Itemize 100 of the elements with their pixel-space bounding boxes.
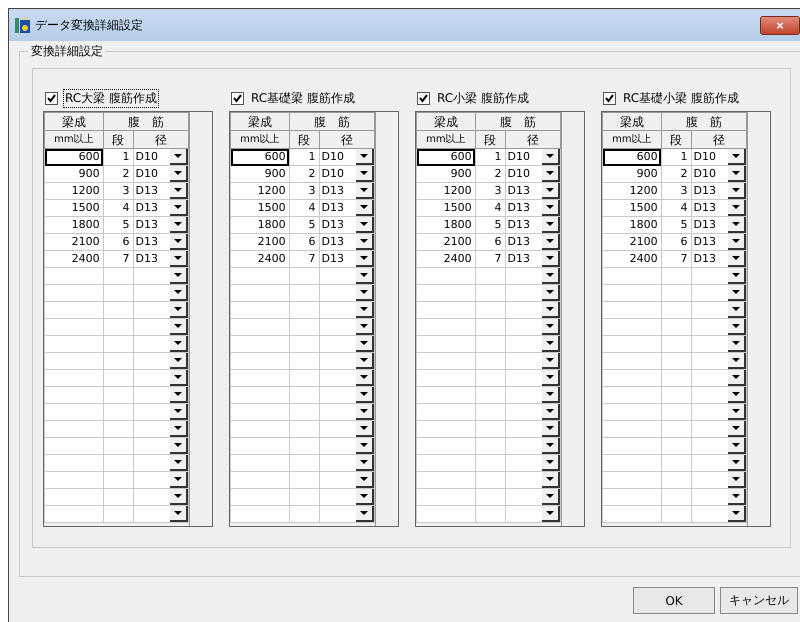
dropdown-button[interactable] bbox=[542, 234, 560, 250]
table-cell[interactable]: 1800 bbox=[602, 216, 662, 234]
checkbox[interactable] bbox=[45, 92, 58, 104]
checkbox[interactable] bbox=[231, 92, 244, 104]
dropdown-button[interactable] bbox=[356, 302, 374, 318]
dropdown-button[interactable] bbox=[728, 166, 746, 182]
dropdown-button[interactable] bbox=[542, 455, 560, 471]
dropdown-button[interactable] bbox=[542, 285, 560, 301]
table-cell[interactable]: 900 bbox=[602, 166, 662, 182]
table-cell[interactable]: 600 bbox=[44, 148, 104, 166]
dropdown-button[interactable] bbox=[170, 404, 188, 420]
dropdown-button[interactable] bbox=[542, 251, 560, 267]
dropdown-button[interactable] bbox=[170, 285, 188, 301]
checkbox-label[interactable]: RC大梁 腹筋作成 bbox=[63, 88, 159, 108]
table-cell[interactable]: 1200 bbox=[602, 182, 662, 200]
table-cell[interactable]: 900 bbox=[416, 166, 476, 182]
dropdown-button[interactable] bbox=[170, 319, 188, 335]
dropdown-button[interactable] bbox=[356, 166, 374, 182]
dropdown-button[interactable] bbox=[728, 472, 746, 488]
table-cell[interactable]: 2400 bbox=[44, 250, 104, 268]
dropdown-button[interactable] bbox=[170, 472, 188, 488]
dropdown-button[interactable] bbox=[356, 489, 374, 505]
dropdown-button[interactable] bbox=[356, 217, 374, 233]
dropdown-button[interactable] bbox=[728, 200, 746, 216]
dropdown-button[interactable] bbox=[170, 183, 188, 199]
dropdown-button[interactable] bbox=[728, 336, 746, 352]
dropdown-button[interactable] bbox=[542, 200, 560, 216]
dropdown-button[interactable] bbox=[542, 217, 560, 233]
dropdown-button[interactable] bbox=[728, 183, 746, 199]
dropdown-button[interactable] bbox=[728, 149, 746, 165]
dropdown-button[interactable] bbox=[728, 319, 746, 335]
table-cell[interactable]: 2400 bbox=[416, 250, 476, 268]
dropdown-button[interactable] bbox=[728, 251, 746, 267]
table-cell[interactable]: 600 bbox=[230, 148, 290, 166]
dropdown-button[interactable] bbox=[542, 166, 560, 182]
table-cell[interactable]: 1500 bbox=[602, 200, 662, 216]
dropdown-button[interactable] bbox=[728, 302, 746, 318]
dropdown-button[interactable] bbox=[170, 251, 188, 267]
dropdown-button[interactable] bbox=[356, 200, 374, 216]
dropdown-button[interactable] bbox=[170, 336, 188, 352]
table-cell[interactable]: 900 bbox=[44, 166, 104, 182]
table-cell[interactable]: 1500 bbox=[416, 200, 476, 216]
dropdown-button[interactable] bbox=[356, 336, 374, 352]
dropdown-button[interactable] bbox=[728, 489, 746, 505]
dropdown-button[interactable] bbox=[728, 421, 746, 437]
table-cell[interactable]: 2100 bbox=[416, 234, 476, 250]
table-cell[interactable]: 2400 bbox=[230, 250, 290, 268]
dropdown-button[interactable] bbox=[356, 455, 374, 471]
dropdown-button[interactable] bbox=[728, 506, 746, 522]
dropdown-button[interactable] bbox=[170, 200, 188, 216]
table-cell[interactable]: 2100 bbox=[230, 234, 290, 250]
dropdown-button[interactable] bbox=[170, 438, 188, 454]
dropdown-button[interactable] bbox=[542, 268, 560, 284]
dropdown-button[interactable] bbox=[356, 149, 374, 165]
dropdown-button[interactable] bbox=[356, 183, 374, 199]
dropdown-button[interactable] bbox=[728, 268, 746, 284]
dropdown-button[interactable] bbox=[170, 217, 188, 233]
dropdown-button[interactable] bbox=[170, 149, 188, 165]
dialog-button[interactable]: OK bbox=[633, 587, 715, 614]
dropdown-button[interactable] bbox=[170, 166, 188, 182]
dropdown-button[interactable] bbox=[542, 387, 560, 403]
table-cell[interactable]: 600 bbox=[602, 148, 662, 166]
checkbox-label[interactable]: RC基礎梁 腹筋作成 bbox=[249, 88, 357, 108]
dropdown-button[interactable] bbox=[356, 421, 374, 437]
dropdown-button[interactable] bbox=[542, 421, 560, 437]
close-button[interactable]: × bbox=[760, 16, 800, 34]
dropdown-button[interactable] bbox=[356, 438, 374, 454]
dropdown-button[interactable] bbox=[542, 353, 560, 369]
dropdown-button[interactable] bbox=[542, 472, 560, 488]
dropdown-button[interactable] bbox=[356, 285, 374, 301]
dropdown-button[interactable] bbox=[170, 353, 188, 369]
dropdown-button[interactable] bbox=[356, 404, 374, 420]
table-cell[interactable]: 900 bbox=[230, 166, 290, 182]
dropdown-button[interactable] bbox=[356, 319, 374, 335]
dropdown-button[interactable] bbox=[728, 285, 746, 301]
table-cell[interactable]: 600 bbox=[416, 148, 476, 166]
table-cell[interactable]: 2400 bbox=[602, 250, 662, 268]
dropdown-button[interactable] bbox=[728, 387, 746, 403]
table-cell[interactable]: 1200 bbox=[416, 182, 476, 200]
table-cell[interactable]: 1200 bbox=[44, 182, 104, 200]
dropdown-button[interactable] bbox=[356, 370, 374, 386]
dropdown-button[interactable] bbox=[542, 336, 560, 352]
table-cell[interactable]: 2100 bbox=[44, 234, 104, 250]
dropdown-button[interactable] bbox=[542, 149, 560, 165]
table-cell[interactable]: 1800 bbox=[230, 216, 290, 234]
dropdown-button[interactable] bbox=[728, 455, 746, 471]
checkbox-label[interactable]: RC基礎小梁 腹筋作成 bbox=[621, 88, 741, 108]
dropdown-button[interactable] bbox=[356, 506, 374, 522]
table-cell[interactable]: 1800 bbox=[416, 216, 476, 234]
dropdown-button[interactable] bbox=[728, 234, 746, 250]
dropdown-button[interactable] bbox=[728, 370, 746, 386]
table-cell[interactable]: 2100 bbox=[602, 234, 662, 250]
dropdown-button[interactable] bbox=[170, 489, 188, 505]
dropdown-button[interactable] bbox=[170, 370, 188, 386]
dropdown-button[interactable] bbox=[728, 404, 746, 420]
table-cell[interactable]: 1500 bbox=[44, 200, 104, 216]
dropdown-button[interactable] bbox=[170, 234, 188, 250]
dropdown-button[interactable] bbox=[170, 302, 188, 318]
dropdown-button[interactable] bbox=[356, 234, 374, 250]
dropdown-button[interactable] bbox=[170, 506, 188, 522]
